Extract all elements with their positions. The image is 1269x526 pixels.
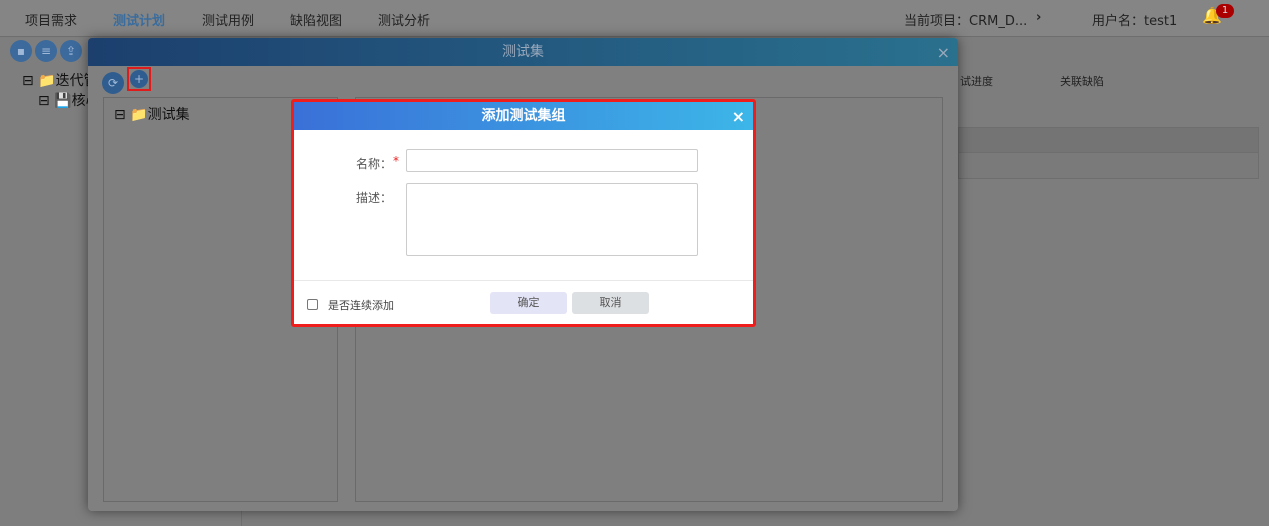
list-icon[interactable]: ≡: [35, 40, 57, 62]
dialog-header: 测试集: [88, 38, 958, 66]
name-label: 名称：: [355, 157, 392, 171]
nav-test-cases[interactable]: 测试用例: [202, 10, 254, 29]
notification-badge: 1: [1216, 4, 1234, 18]
nav-test-analysis[interactable]: 测试分析: [378, 10, 430, 29]
continuous-add-checkbox[interactable]: [307, 299, 318, 310]
tree-node-test-set[interactable]: ⊟ 📁测试集: [114, 104, 190, 124]
description-textarea[interactable]: [406, 183, 698, 256]
results-table: [958, 127, 1259, 179]
cancel-button[interactable]: 取消: [572, 292, 649, 314]
name-input[interactable]: [406, 149, 698, 172]
add-test-set-group-modal: 添加测试集组 × 名称： * 描述： 是否连续添加 确定 取消: [291, 99, 756, 327]
dialog-title: 测试集: [502, 44, 544, 60]
required-asterisk: *: [393, 154, 399, 168]
upload-icon[interactable]: ⇪: [60, 40, 82, 62]
modal-title: 添加测试集组: [481, 108, 566, 124]
tab-related-defects[interactable]: 关联缺陷: [1060, 73, 1104, 89]
chevron-right-icon[interactable]: ›: [1036, 10, 1041, 25]
close-icon[interactable]: ×: [937, 43, 950, 62]
ok-button[interactable]: 确定: [490, 292, 567, 314]
add-button[interactable]: +: [127, 67, 151, 91]
current-project[interactable]: 当前项目：CRM_D...: [904, 10, 1027, 29]
close-icon[interactable]: ×: [732, 107, 745, 126]
delete-icon[interactable]: ▪: [10, 40, 32, 62]
table-header: [959, 128, 1258, 153]
nav-defect-view[interactable]: 缺陷视图: [290, 10, 342, 29]
modal-header: 添加测试集组: [294, 102, 753, 130]
refresh-icon[interactable]: ⟳: [102, 72, 124, 94]
divider: [294, 280, 753, 281]
top-navbar: 项目需求 测试计划 测试用例 缺陷视图 测试分析 当前项目：CRM_D... ›…: [0, 0, 1269, 37]
tab-test-progress[interactable]: 试进度: [960, 73, 993, 89]
nav-test-plan[interactable]: 测试计划: [113, 10, 165, 29]
tree-label: 测试集: [147, 107, 190, 123]
tree-node-iteration[interactable]: ⊟ 📁迭代管: [22, 70, 98, 90]
nav-project-requirements[interactable]: 项目需求: [25, 10, 77, 29]
description-label: 描述：: [355, 191, 392, 205]
username: 用户名：test1: [1092, 14, 1178, 29]
plus-icon: +: [130, 70, 148, 88]
continuous-add-label[interactable]: 是否连续添加: [328, 297, 394, 313]
